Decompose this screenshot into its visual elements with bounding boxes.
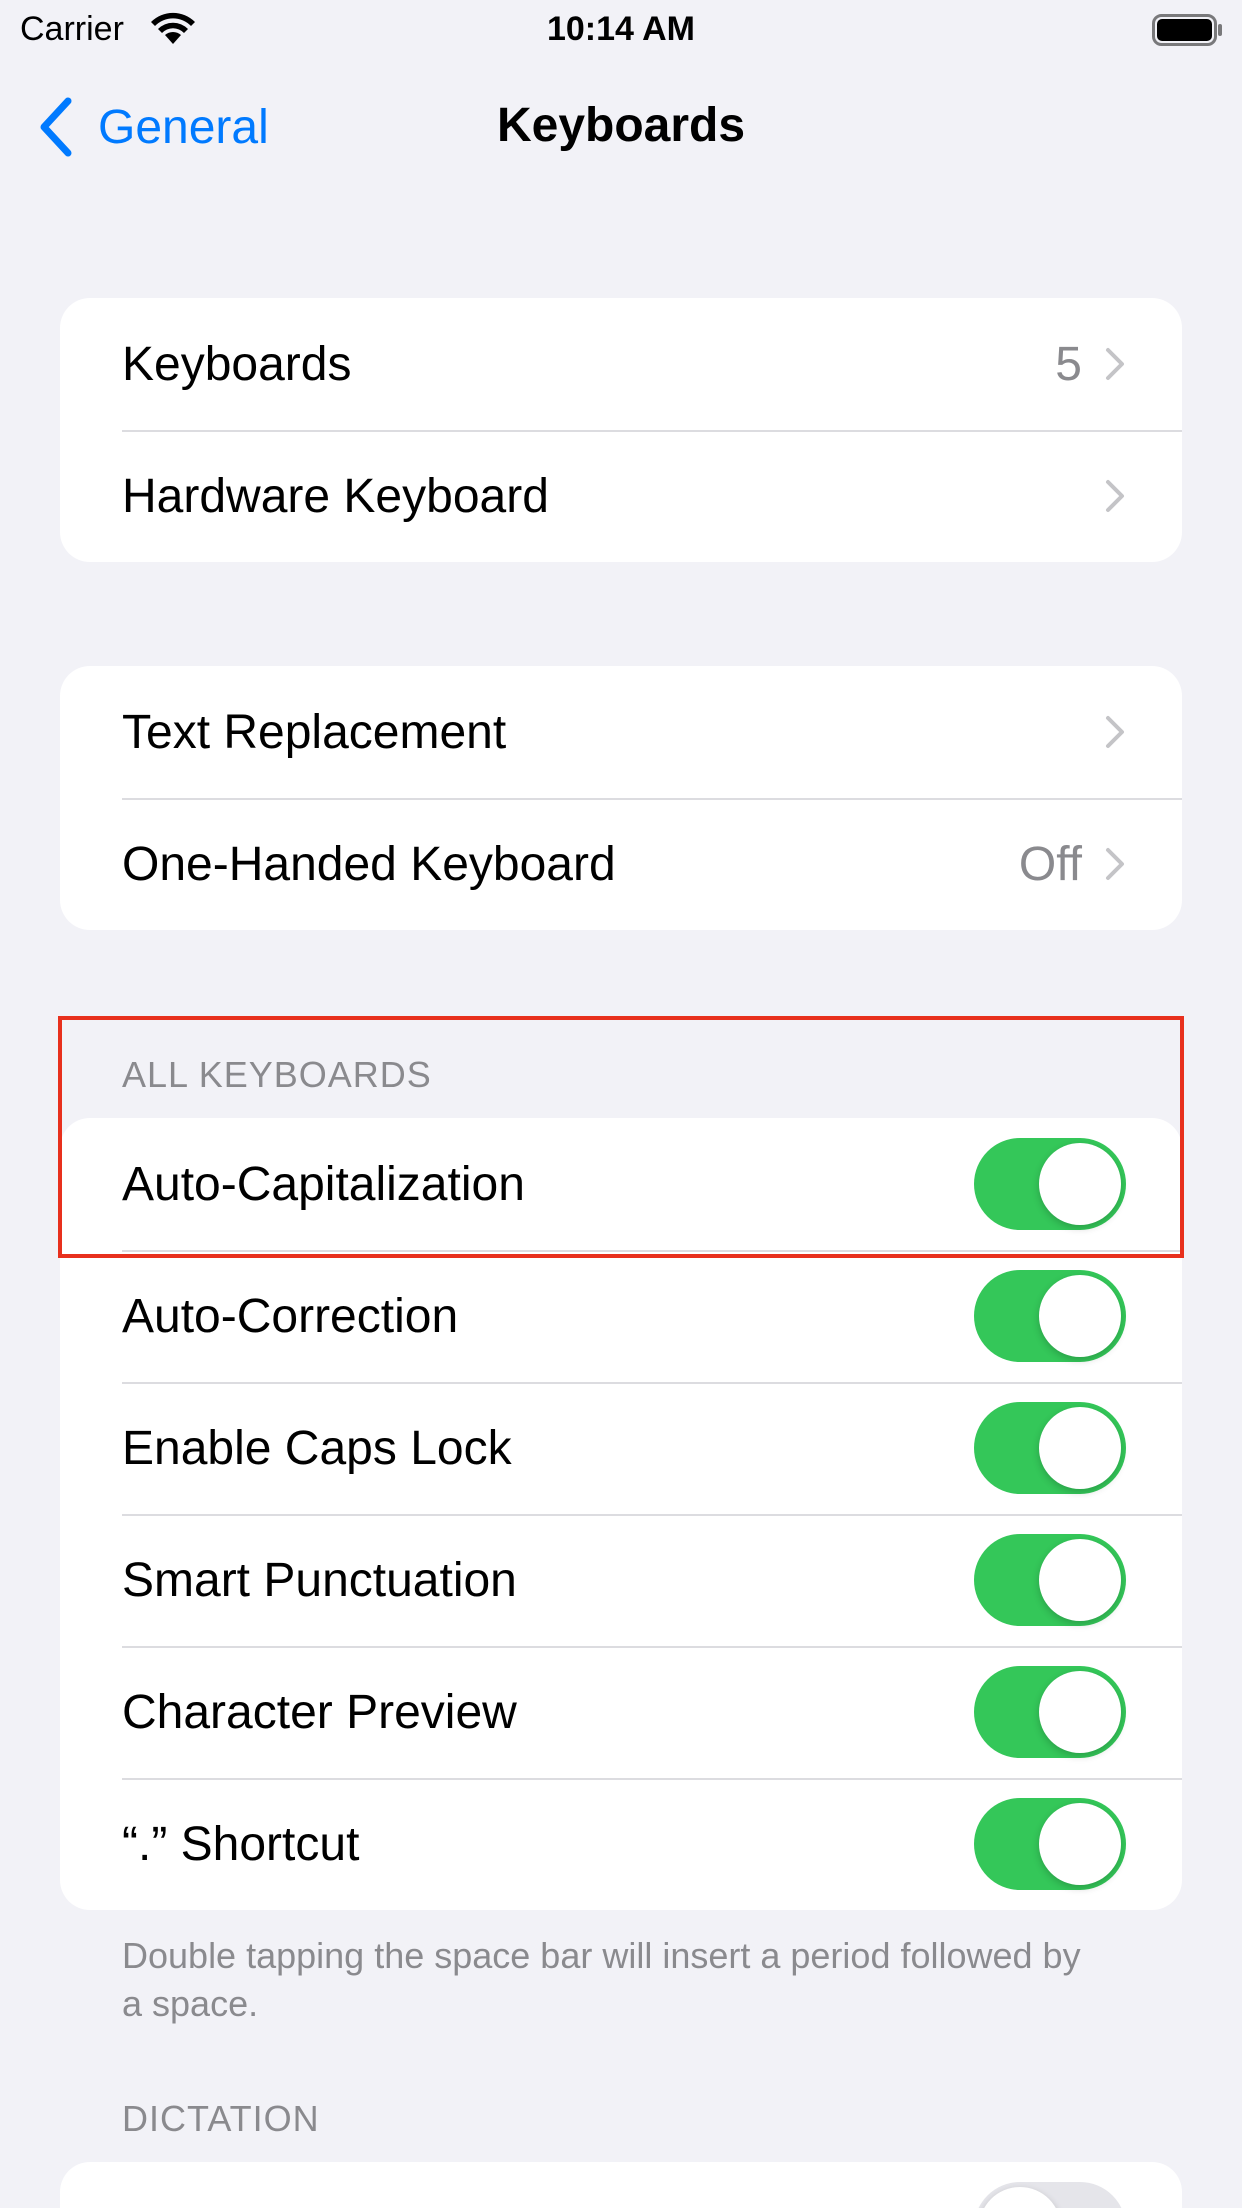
row-label: “.” Shortcut <box>122 1817 360 1871</box>
toggle-knob <box>1039 1539 1121 1621</box>
chevron-right-icon <box>1106 348 1124 380</box>
keyboards-group: Keyboards 5 Hardware Keyboard <box>60 298 1182 562</box>
status-bar: Carrier 10:14 AM <box>0 0 1242 62</box>
enable-caps-lock-row: Enable Caps Lock <box>60 1382 1182 1514</box>
toggle-knob <box>1039 1275 1121 1357</box>
dictation-group <box>60 2162 1182 2208</box>
period-shortcut-toggle[interactable] <box>974 1798 1126 1890</box>
dictation-header: DICTATION <box>122 2098 320 2139</box>
character-preview-row: Character Preview <box>60 1646 1182 1778</box>
toggle-knob <box>1039 1407 1121 1489</box>
all-keyboards-group: Auto-Capitalization Auto-Correction Enab… <box>60 1118 1182 1910</box>
keyboards-settings-screen: Carrier 10:14 AM General Keyboards Keybo… <box>0 0 1242 2208</box>
keyboards-row[interactable]: Keyboards 5 <box>60 298 1182 430</box>
text-group: Text Replacement One-Handed Keyboard Off <box>60 666 1182 930</box>
row-label: Auto-Capitalization <box>122 1157 525 1211</box>
dictation-toggle[interactable] <box>974 2182 1126 2208</box>
hardware-keyboard-row[interactable]: Hardware Keyboard <box>60 430 1182 562</box>
row-label: Hardware Keyboard <box>122 469 549 523</box>
smart-punctuation-toggle[interactable] <box>974 1534 1126 1626</box>
status-time: 10:14 AM <box>546 10 696 48</box>
keyboards-count: 5 <box>1055 337 1082 391</box>
text-replacement-row[interactable]: Text Replacement <box>60 666 1182 798</box>
chevron-right-icon <box>1106 848 1124 880</box>
enable-caps-lock-toggle[interactable] <box>974 1402 1126 1494</box>
battery-icon <box>1152 14 1222 46</box>
all-keyboards-header: ALL KEYBOARDS <box>122 1054 432 1095</box>
one-handed-value: Off <box>1018 837 1082 891</box>
toggle-knob <box>1039 1671 1121 1753</box>
row-label: One-Handed Keyboard <box>122 837 616 891</box>
dictation-row <box>60 2162 1182 2208</box>
auto-correction-toggle[interactable] <box>974 1270 1126 1362</box>
row-label: Enable Caps Lock <box>122 1421 512 1475</box>
row-label: Text Replacement <box>122 705 507 759</box>
row-label: Character Preview <box>122 1685 517 1739</box>
one-handed-keyboard-row[interactable]: One-Handed Keyboard Off <box>60 798 1182 930</box>
chevron-right-icon <box>1106 716 1124 748</box>
toggle-knob <box>1039 1143 1121 1225</box>
character-preview-toggle[interactable] <box>974 1666 1126 1758</box>
period-shortcut-footer: Double tapping the space bar will insert… <box>122 1935 1081 2024</box>
toggle-knob <box>979 2187 1061 2208</box>
auto-correction-row: Auto-Correction <box>60 1250 1182 1382</box>
smart-punctuation-row: Smart Punctuation <box>60 1514 1182 1646</box>
auto-capitalization-row: Auto-Capitalization <box>60 1118 1182 1250</box>
navigation-bar: General Keyboards <box>0 62 1242 192</box>
toggle-knob <box>1039 1803 1121 1885</box>
page-title: Keyboards <box>496 99 746 152</box>
auto-capitalization-toggle[interactable] <box>974 1138 1126 1230</box>
period-shortcut-row: “.” Shortcut <box>60 1778 1182 1910</box>
row-label: Smart Punctuation <box>122 1553 517 1607</box>
row-label: Keyboards <box>122 337 352 391</box>
chevron-right-icon <box>1106 480 1124 512</box>
row-label: Auto-Correction <box>122 1289 459 1343</box>
